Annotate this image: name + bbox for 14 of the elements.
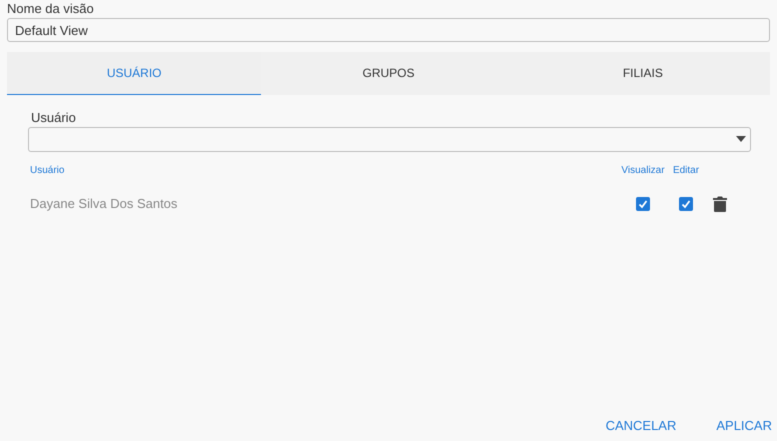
column-header: Visualizar [620,164,666,178]
checkbox[interactable] [636,196,650,210]
action-button[interactable]: APLICAR [714,416,774,435]
select-field[interactable] [28,126,751,152]
checkbox[interactable] [679,196,693,210]
input-field[interactable]: Default View [7,18,770,42]
action-button[interactable]: CANCELAR [604,416,678,435]
field-label: Nome da visão [7,1,95,17]
field-label: Usuário [30,110,77,126]
user-name: Dayane Silva Dos Santos [29,194,178,213]
column-header: Usuário [29,164,66,178]
trash-icon[interactable] [713,196,727,212]
column-header: Editar [672,164,700,178]
caret-icon [736,136,746,142]
